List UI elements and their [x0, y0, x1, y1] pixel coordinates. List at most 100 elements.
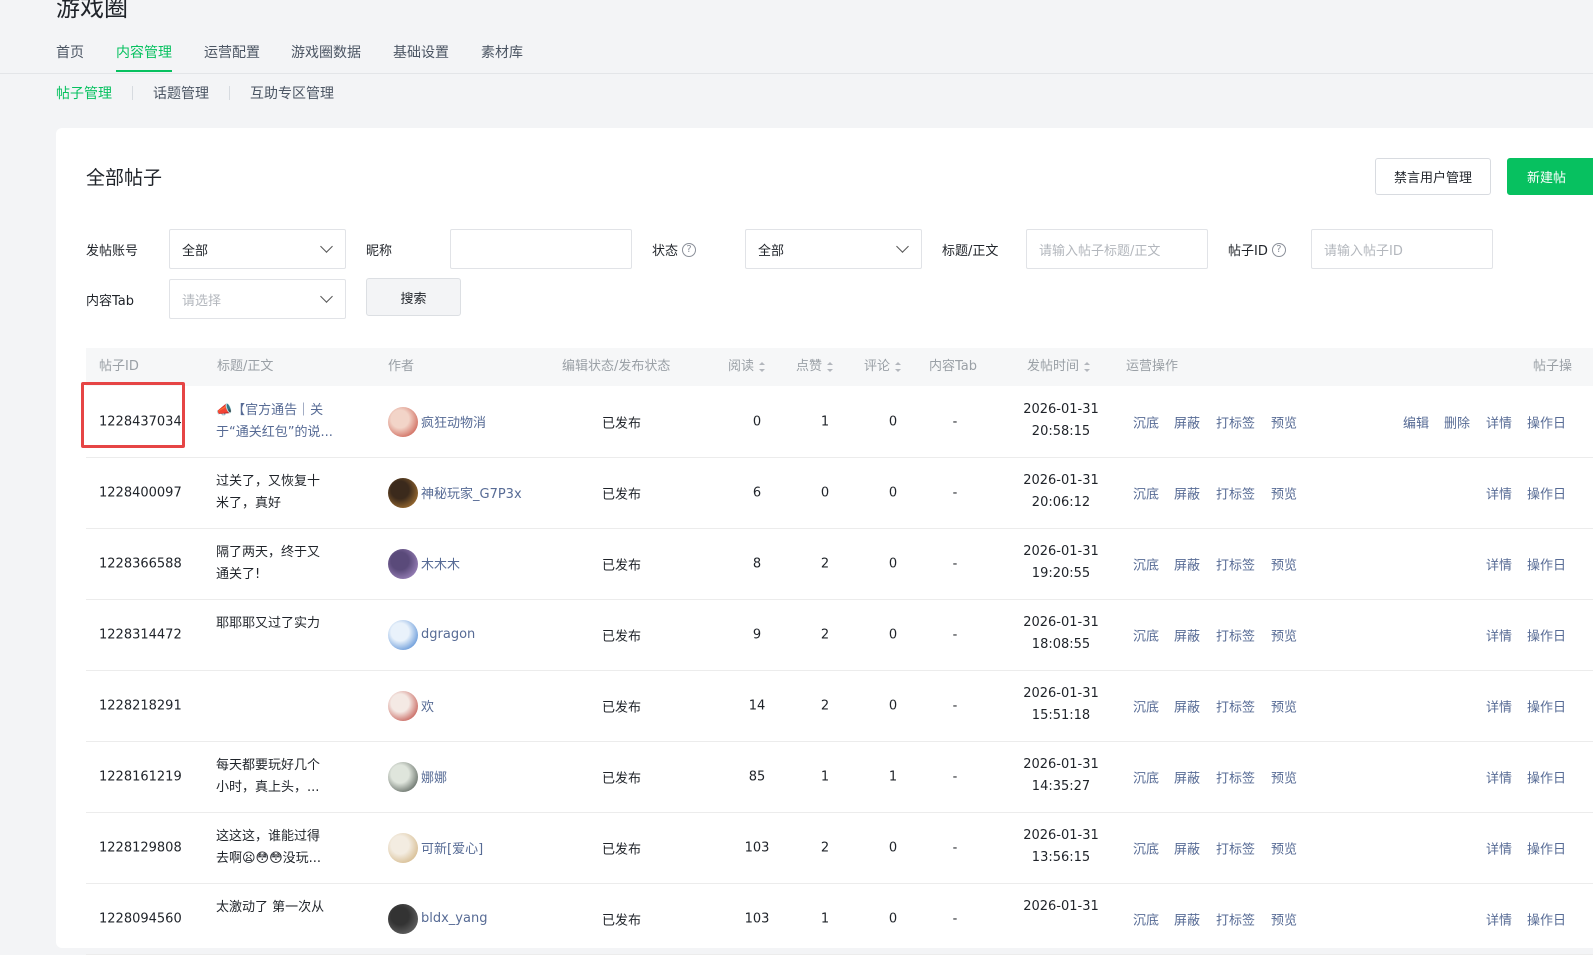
post-op-link[interactable]: 详情	[1486, 838, 1512, 857]
post-author[interactable]: dgragon	[388, 619, 475, 650]
post-op-link[interactable]: 详情	[1486, 909, 1512, 928]
op-link[interactable]: 打标签	[1216, 909, 1255, 928]
op-link[interactable]: 沉底	[1133, 554, 1159, 573]
status-select[interactable]: 全部	[745, 229, 922, 269]
op-link[interactable]: 预览	[1271, 554, 1297, 573]
op-link[interactable]: 沉底	[1133, 696, 1159, 715]
post-op-link[interactable]: 详情	[1486, 412, 1512, 431]
post-op-link[interactable]: 操作日	[1527, 838, 1566, 857]
post-op-link[interactable]: 操作日	[1527, 554, 1566, 573]
post-op-link[interactable]: 操作日	[1527, 909, 1566, 928]
author-name[interactable]: 娜娜	[421, 767, 447, 786]
post-author[interactable]: 娜娜	[388, 761, 447, 792]
post-author[interactable]: 木木木	[388, 548, 460, 579]
tab-operations-config[interactable]: 运营配置	[204, 42, 260, 72]
author-name[interactable]: 木木木	[421, 554, 460, 573]
post-author[interactable]: 可新[爱心]	[388, 832, 483, 863]
tab-home[interactable]: 首页	[56, 42, 84, 72]
op-link[interactable]: 打标签	[1216, 767, 1255, 786]
sort-icon[interactable]	[895, 361, 902, 372]
op-link[interactable]: 打标签	[1216, 483, 1255, 502]
op-link[interactable]: 沉底	[1133, 838, 1159, 857]
title-search-input[interactable]: 请输入帖子标题/正文	[1026, 229, 1208, 269]
op-link[interactable]: 沉底	[1133, 412, 1159, 431]
post-op-link[interactable]: 操作日	[1527, 412, 1566, 431]
post-op-link[interactable]: 编辑	[1403, 412, 1429, 431]
sort-icon[interactable]	[759, 361, 766, 372]
op-link[interactable]: 打标签	[1216, 696, 1255, 715]
tab-content-management[interactable]: 内容管理	[116, 42, 172, 72]
tab-asset-library[interactable]: 素材库	[481, 42, 523, 72]
op-link[interactable]: 屏蔽	[1174, 412, 1200, 431]
col-post-time[interactable]: 发帖时间	[1027, 348, 1091, 386]
op-link[interactable]: 屏蔽	[1174, 838, 1200, 857]
op-link[interactable]: 屏蔽	[1174, 625, 1200, 644]
post-title[interactable]: 这这这，谁能过得 去啊😦😳😳没玩...	[216, 826, 346, 870]
post-op-link[interactable]: 操作日	[1527, 767, 1566, 786]
op-link[interactable]: 预览	[1271, 696, 1297, 715]
subtab-help-zone[interactable]: 互助专区管理	[250, 83, 334, 103]
op-link[interactable]: 屏蔽	[1174, 554, 1200, 573]
help-icon[interactable]: ?	[1271, 242, 1286, 257]
op-link[interactable]: 屏蔽	[1174, 696, 1200, 715]
op-link[interactable]: 预览	[1271, 838, 1297, 857]
subtab-posts[interactable]: 帖子管理	[56, 83, 112, 103]
tab-game-circle-data[interactable]: 游戏圈数据	[291, 42, 361, 72]
post-op-link[interactable]: 详情	[1486, 767, 1512, 786]
postid-input[interactable]: 请输入帖子ID	[1311, 229, 1493, 269]
op-link[interactable]: 预览	[1271, 767, 1297, 786]
mute-users-button[interactable]: 禁言用户管理	[1375, 158, 1491, 195]
post-op-link[interactable]: 操作日	[1527, 483, 1566, 502]
author-name[interactable]: 疯狂动物消	[421, 412, 486, 431]
search-button[interactable]: 搜索	[366, 278, 461, 316]
post-op-link[interactable]: 详情	[1486, 483, 1512, 502]
author-name[interactable]: dgragon	[421, 627, 475, 642]
col-read[interactable]: 阅读	[728, 348, 766, 386]
post-author[interactable]: 神秘玩家_G7P3x	[388, 477, 522, 508]
nickname-input[interactable]	[450, 229, 632, 269]
account-select[interactable]: 全部	[169, 229, 346, 269]
op-link[interactable]: 打标签	[1216, 625, 1255, 644]
post-title[interactable]: 每天都要玩好几个 小时，真上头，...	[216, 755, 346, 799]
op-link[interactable]: 预览	[1271, 412, 1297, 431]
op-link[interactable]: 屏蔽	[1174, 909, 1200, 928]
op-link[interactable]: 预览	[1271, 909, 1297, 928]
sort-icon[interactable]	[1084, 361, 1091, 372]
op-link[interactable]: 预览	[1271, 483, 1297, 502]
post-op-link[interactable]: 详情	[1486, 696, 1512, 715]
post-author[interactable]: 欢	[388, 690, 434, 721]
op-link[interactable]: 屏蔽	[1174, 767, 1200, 786]
sort-icon[interactable]	[827, 361, 834, 372]
post-op-link[interactable]: 删除	[1444, 412, 1470, 431]
op-link[interactable]: 沉底	[1133, 625, 1159, 644]
post-author[interactable]: 疯狂动物消	[388, 406, 486, 437]
subtab-topics[interactable]: 话题管理	[153, 83, 209, 103]
post-op-link[interactable]: 详情	[1486, 554, 1512, 573]
tab-basic-settings[interactable]: 基础设置	[393, 42, 449, 72]
op-link[interactable]: 屏蔽	[1174, 483, 1200, 502]
op-link[interactable]: 沉底	[1133, 483, 1159, 502]
post-title[interactable]: 隔了两天，终于又 通关了!	[216, 542, 346, 586]
post-title[interactable]: 太激动了 第一次从	[216, 897, 346, 919]
post-title[interactable]: 📣【官方通告｜关 于“通关红包”的说...	[216, 400, 346, 444]
post-title[interactable]: 过关了，又恢复十 米了，真好	[216, 471, 346, 515]
op-link[interactable]: 打标签	[1216, 554, 1255, 573]
post-op-link[interactable]: 操作日	[1527, 625, 1566, 644]
help-icon[interactable]: ?	[682, 242, 697, 257]
author-name[interactable]: bldx_yang	[421, 911, 487, 926]
post-title[interactable]: 耶耶耶又过了实力	[216, 613, 346, 635]
new-post-button[interactable]: 新建帖	[1507, 158, 1593, 195]
op-link[interactable]: 沉底	[1133, 909, 1159, 928]
post-op-link[interactable]: 操作日	[1527, 696, 1566, 715]
content-tab-select[interactable]: 请选择	[169, 279, 346, 319]
author-name[interactable]: 欢	[421, 696, 434, 715]
op-link[interactable]: 打标签	[1216, 412, 1255, 431]
op-link[interactable]: 预览	[1271, 625, 1297, 644]
author-name[interactable]: 可新[爱心]	[421, 838, 483, 857]
op-link[interactable]: 沉底	[1133, 767, 1159, 786]
post-op-link[interactable]: 详情	[1486, 625, 1512, 644]
col-like[interactable]: 点赞	[796, 348, 834, 386]
post-author[interactable]: bldx_yang	[388, 903, 487, 934]
op-link[interactable]: 打标签	[1216, 838, 1255, 857]
col-comment[interactable]: 评论	[864, 348, 902, 386]
